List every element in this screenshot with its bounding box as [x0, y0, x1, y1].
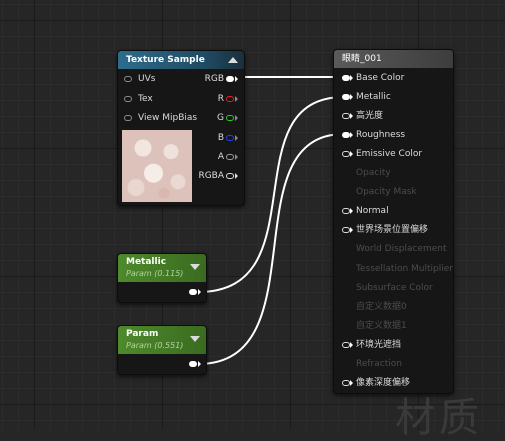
material-input-pin[interactable]: 高光度 — [342, 109, 447, 123]
expand-arrow-icon[interactable] — [190, 336, 200, 342]
watermark-text: 材质 — [395, 395, 483, 441]
pin-circle-icon[interactable] — [226, 154, 234, 160]
material-input-pin[interactable]: 世界场景位置偏移 — [342, 223, 447, 237]
pin-label: Opacity Mask — [356, 187, 417, 198]
pin-arrow-icon — [235, 154, 238, 160]
output-pin-circle-icon[interactable] — [189, 289, 197, 295]
pin-circle-icon[interactable] — [342, 132, 350, 139]
roughness-param-header[interactable]: Param Param (0.551) — [118, 326, 206, 354]
pin-label: Metallic — [356, 92, 391, 103]
texture-sample-node[interactable]: Texture Sample UVs Tex View MipBias RGB … — [117, 50, 245, 206]
metallic-param-header[interactable]: Metallic Param (0.115) — [118, 254, 206, 282]
material-input-pin: 自定义数据0 — [342, 300, 447, 314]
pin-arrow-icon — [350, 132, 353, 139]
expand-arrow-icon[interactable] — [190, 264, 200, 270]
pin-arrow-icon — [198, 361, 201, 367]
output-pin-g[interactable]: G — [188, 111, 238, 125]
roughness-param-node[interactable]: Param Param (0.551) — [117, 325, 207, 375]
pin-circle-icon[interactable] — [124, 96, 132, 102]
collapse-arrow-icon[interactable] — [228, 57, 238, 63]
pin-label: Base Color — [356, 73, 405, 83]
output-pin-r[interactable]: R — [188, 92, 238, 106]
pin-label: Subsurface Color — [356, 282, 433, 293]
pin-arrow-icon — [235, 115, 238, 121]
pin-label: RGB — [204, 74, 224, 84]
pin-arrow-icon — [235, 76, 238, 82]
pin-circle-icon[interactable] — [342, 227, 350, 234]
pin-arrow-icon — [235, 96, 238, 102]
pin-arrow-icon — [235, 135, 238, 141]
material-input-pin: Opacity Mask — [342, 185, 447, 199]
pin-circle-icon[interactable] — [342, 75, 350, 81]
pin-label: Emissive Color — [356, 149, 423, 160]
material-input-pin: Subsurface Color — [342, 281, 447, 295]
pin-circle-icon[interactable] — [342, 94, 350, 101]
material-input-pin[interactable]: Base Color — [342, 71, 447, 85]
pin-label: Roughness — [356, 130, 406, 141]
pin-label: 世界场景位置偏移 — [356, 225, 429, 236]
pin-arrow-icon — [350, 151, 353, 158]
texture-thumbnail — [122, 130, 192, 202]
material-input-pin[interactable]: Normal — [342, 204, 447, 218]
pin-label: UVs — [138, 74, 156, 84]
material-input-pin[interactable]: Metallic — [342, 90, 447, 104]
pin-circle-icon[interactable] — [226, 135, 234, 141]
material-input-pin: Refraction — [342, 357, 447, 371]
output-pin-b[interactable]: B — [188, 131, 238, 145]
material-input-pin: Tessellation Multiplier — [342, 262, 453, 276]
output-pin-a[interactable]: A — [188, 150, 238, 164]
material-input-pin: 自定义数据1 — [342, 319, 447, 333]
pin-label: 高光度 — [356, 111, 384, 122]
output-pin-rgb[interactable]: RGB — [188, 72, 238, 86]
metallic-param-node[interactable]: Metallic Param (0.115) — [117, 253, 207, 303]
pin-label: Tessellation Multiplier — [356, 263, 453, 274]
material-input-pin[interactable]: Emissive Color — [342, 147, 447, 161]
material-input-pin: Opacity — [342, 166, 447, 180]
pin-circle-icon[interactable] — [226, 96, 234, 102]
pin-circle-icon[interactable] — [342, 208, 350, 215]
material-header[interactable]: 眼睛_001 — [334, 50, 453, 68]
material-result-node[interactable]: 眼睛_001 Base Color Metallic 高光度 Roughness Emi… — [333, 49, 454, 394]
texture-sample-header[interactable]: Texture Sample — [118, 51, 244, 69]
pin-label: 自定义数据1 — [356, 320, 407, 331]
material-input-pin[interactable]: Roughness — [342, 128, 447, 142]
output-pin-circle-icon[interactable] — [189, 361, 197, 367]
pin-circle-icon[interactable] — [124, 76, 132, 82]
pin-arrow-icon — [350, 94, 353, 101]
pin-arrow-icon — [350, 208, 353, 215]
pin-arrow-icon — [350, 341, 353, 348]
pin-label: R — [217, 94, 224, 104]
pin-circle-icon[interactable] — [226, 173, 234, 179]
pin-circle-icon[interactable] — [342, 113, 350, 120]
pin-arrow-icon — [350, 113, 353, 120]
pin-label: RGBA — [198, 171, 224, 181]
pin-label: Normal — [356, 206, 389, 217]
pin-circle-icon[interactable] — [342, 379, 350, 386]
pin-label: World Displacement — [356, 244, 447, 255]
pin-circle-icon[interactable] — [226, 115, 234, 121]
pin-label: Tex — [138, 94, 153, 104]
pin-circle-icon[interactable] — [342, 341, 350, 348]
pin-label: Opacity — [356, 168, 391, 179]
pin-circle-icon[interactable] — [124, 115, 132, 121]
pin-circle-icon[interactable] — [342, 151, 350, 158]
pin-label: A — [217, 152, 224, 162]
material-title: 眼睛_001 — [342, 54, 382, 64]
texture-sample-title: Texture Sample — [126, 55, 205, 65]
pin-label: 自定义数据0 — [356, 301, 407, 312]
pin-arrow-icon — [350, 227, 353, 234]
pin-circle-icon[interactable] — [226, 76, 234, 82]
pin-label: Refraction — [356, 358, 402, 369]
pin-arrow-icon — [235, 173, 238, 179]
pin-label: 像素深度偏移 — [356, 377, 411, 388]
pin-label: 环境光遮挡 — [356, 339, 402, 350]
material-input-pin[interactable]: 像素深度偏移 — [342, 376, 447, 390]
pin-arrow-icon — [350, 75, 353, 81]
material-input-pin: World Displacement — [342, 242, 447, 256]
pin-label: G — [217, 113, 224, 123]
pin-arrow-icon — [350, 379, 353, 386]
pin-arrow-icon — [198, 289, 201, 295]
pin-label: B — [217, 133, 224, 143]
material-input-pin[interactable]: 环境光遮挡 — [342, 338, 447, 352]
